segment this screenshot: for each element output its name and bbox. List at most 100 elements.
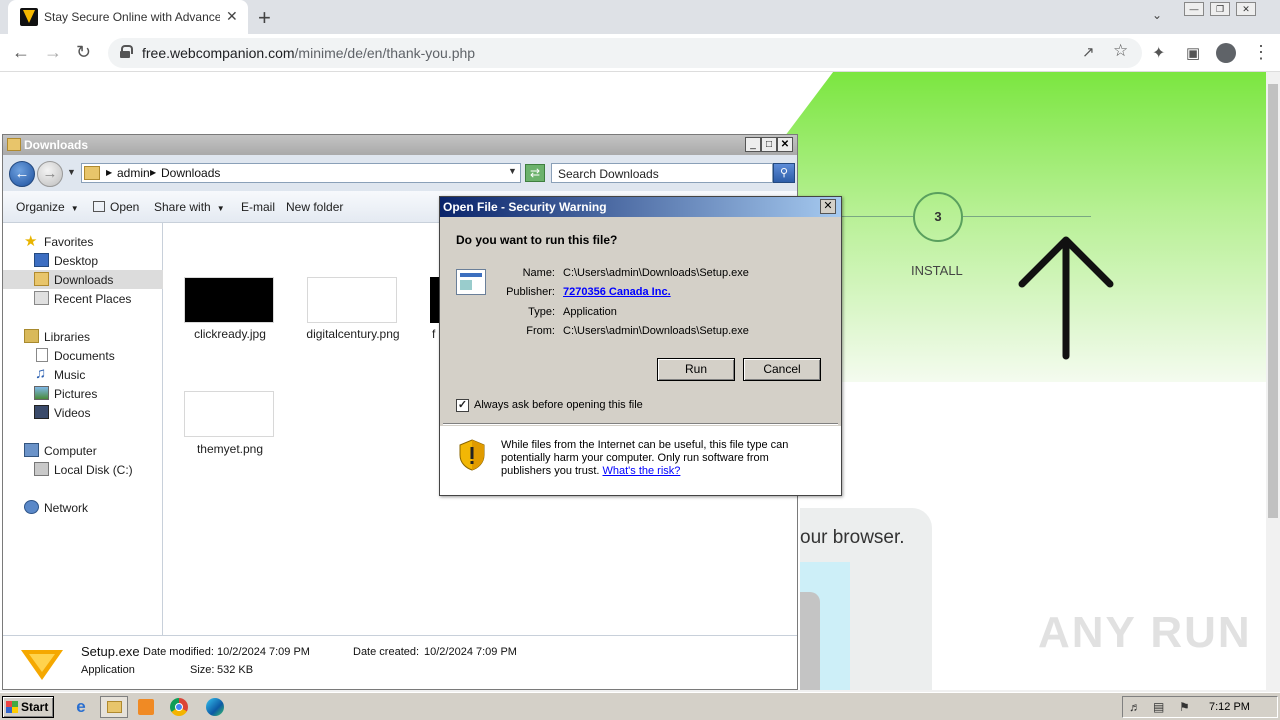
explorer-titlebar[interactable]: Downloads _ □ ✕ — [3, 135, 797, 155]
explorer-path-box[interactable]: ▶ admin ▶ Downloads ▼ — [81, 163, 521, 183]
file-thumbnail-digitalcentury[interactable] — [307, 277, 397, 323]
tab-search-chevron-icon[interactable]: ⌄ — [1152, 8, 1162, 22]
open-label: Open — [110, 200, 140, 214]
folder-icon — [7, 138, 21, 151]
network-tray-icon[interactable]: ▤ — [1153, 700, 1164, 714]
breadcrumb-arrow-icon[interactable]: ▶ — [106, 168, 112, 177]
explorer-close-button[interactable]: ✕ — [777, 137, 793, 152]
forward-arrow-icon[interactable]: → — [44, 42, 62, 63]
nav-music[interactable]: ♫ Music — [3, 365, 163, 384]
organize-button[interactable]: Organize ▼ — [16, 200, 79, 214]
nav-favorites-label: Favorites — [44, 235, 94, 249]
downloads-folder-icon — [84, 166, 100, 180]
navigation-pane: ★ Favorites Desktop Downloads Recent Pla… — [3, 223, 163, 635]
tab-close-icon[interactable]: ✕ — [226, 8, 238, 25]
internet-explorer-icon[interactable]: e — [70, 697, 92, 717]
dialog-titlebar[interactable]: Open File - Security Warning ✕ — [440, 197, 841, 217]
chrome-icon[interactable] — [170, 698, 188, 716]
organize-label: Organize — [16, 200, 65, 214]
explorer-maximize-button[interactable]: □ — [761, 137, 777, 152]
chrome-menu-icon[interactable]: ⋮ — [1252, 42, 1270, 63]
always-ask-label: Always ask before opening this file — [474, 399, 643, 411]
reload-icon[interactable]: ↻ — [76, 42, 91, 63]
window-restore-button[interactable]: ❐ — [1210, 2, 1230, 16]
nav-network[interactable]: Network — [3, 498, 163, 517]
whats-the-risk-link[interactable]: What's the risk? — [603, 465, 681, 477]
window-close-button[interactable]: ✕ — [1236, 2, 1256, 16]
nav-favorites[interactable]: ★ Favorites — [3, 232, 163, 251]
path-dropdown-icon[interactable]: ▼ — [508, 166, 517, 176]
browser-instruction-text: our browser. — [800, 527, 905, 548]
media-player-icon[interactable] — [138, 699, 154, 715]
warning-message: While files from the Internet can be use… — [501, 439, 821, 478]
dialog-close-button[interactable]: ✕ — [820, 199, 836, 214]
breadcrumb-downloads[interactable]: Downloads — [161, 166, 220, 180]
recent-pages-dropdown-icon[interactable]: ▼ — [67, 167, 76, 177]
nav-documents[interactable]: Documents — [3, 346, 163, 365]
bookmark-star-icon[interactable]: ☆ — [1113, 41, 1128, 61]
share-with-button[interactable]: Share with ▼ — [154, 200, 225, 214]
downloads-folder-icon — [34, 272, 49, 286]
nav-videos[interactable]: Videos — [3, 403, 163, 422]
search-icon[interactable]: ⚲ — [773, 163, 795, 183]
side-panel-icon[interactable]: ▣ — [1186, 44, 1200, 62]
nav-computer-label: Computer — [44, 444, 97, 458]
open-button[interactable]: Open — [93, 200, 139, 214]
file-name-themyet[interactable]: themyet.png — [170, 442, 290, 456]
extensions-puzzle-icon[interactable]: ✦ — [1152, 43, 1165, 63]
tab-title: Stay Secure Online with Advanced A — [44, 10, 220, 24]
nav-computer[interactable]: Computer — [3, 441, 163, 460]
file-thumbnail-themyet[interactable] — [184, 391, 274, 437]
publisher-label: Publisher: — [506, 286, 555, 298]
computer-icon — [24, 443, 39, 457]
dialog-separator — [443, 423, 838, 425]
profile-avatar-icon[interactable] — [1216, 43, 1236, 63]
caret-down-icon: ▼ — [70, 204, 79, 213]
breadcrumb-arrow-icon[interactable]: ▶ — [150, 168, 156, 177]
volume-icon[interactable]: ♬ — [1129, 700, 1141, 714]
explorer-refresh-icon[interactable]: ⇄ — [525, 164, 545, 182]
explorer-search-input[interactable]: Search Downloads — [551, 163, 773, 183]
explorer-back-button[interactable]: ← — [9, 161, 35, 187]
run-button[interactable]: Run — [657, 358, 735, 381]
new-folder-button[interactable]: New folder — [286, 200, 343, 214]
nav-desktop[interactable]: Desktop — [3, 251, 163, 270]
nav-pictures[interactable]: Pictures — [3, 384, 163, 403]
page-scrollbar[interactable] — [1266, 72, 1280, 690]
dialog-title: Open File - Security Warning — [443, 200, 607, 214]
file-path-value: C:\Users\admin\Downloads\Setup.exe — [563, 267, 749, 279]
browser-tab[interactable]: Stay Secure Online with Advanced A ✕ — [8, 0, 248, 34]
address-bar[interactable]: free.webcompanion.com/minime/de/en/thank… — [108, 38, 1142, 68]
nav-downloads[interactable]: Downloads — [3, 270, 163, 289]
publisher-link[interactable]: 7270356 Canada Inc. — [563, 286, 671, 298]
action-center-flag-icon[interactable]: ⚑ — [1179, 700, 1190, 714]
file-name-digitalcentury[interactable]: digitalcentury.png — [293, 327, 413, 341]
local-disk-icon — [34, 462, 49, 476]
browser-toolbar: ← → ↻ free.webcompanion.com/minime/de/en… — [0, 34, 1280, 72]
start-button[interactable]: Start — [2, 696, 54, 718]
edge-icon[interactable] — [206, 698, 224, 716]
nav-local-disk[interactable]: Local Disk (C:) — [3, 460, 163, 479]
dialog-warning-area: While files from the Internet can be use… — [440, 426, 841, 495]
explorer-taskbar-button[interactable] — [100, 696, 128, 718]
scrollbar-thumb[interactable] — [1268, 84, 1278, 518]
file-thumbnail-clickready[interactable] — [184, 277, 274, 323]
from-label: From: — [526, 325, 555, 337]
nav-libraries[interactable]: Libraries — [3, 327, 163, 346]
share-icon[interactable]: ↗ — [1082, 43, 1095, 61]
email-button[interactable]: E-mail — [241, 200, 275, 214]
always-ask-checkbox[interactable]: ✓ — [456, 399, 469, 412]
nav-recent-places[interactable]: Recent Places — [3, 289, 163, 308]
explorer-title: Downloads — [24, 138, 89, 152]
cancel-button[interactable]: Cancel — [743, 358, 821, 381]
system-tray: ♬ ▤ ⚑ 7:12 PM — [1122, 696, 1278, 718]
warning-shield-icon — [459, 439, 485, 471]
taskbar-clock[interactable]: 7:12 PM — [1209, 701, 1250, 713]
explorer-minimize-button[interactable]: _ — [745, 137, 761, 152]
window-minimize-button[interactable]: — — [1184, 2, 1204, 16]
breadcrumb-admin[interactable]: admin — [117, 166, 150, 180]
file-name-clickready[interactable]: clickready.jpg — [170, 327, 290, 341]
new-tab-button[interactable]: + — [258, 5, 271, 31]
explorer-forward-button[interactable]: → — [37, 161, 63, 187]
back-arrow-icon[interactable]: ← — [12, 42, 30, 63]
